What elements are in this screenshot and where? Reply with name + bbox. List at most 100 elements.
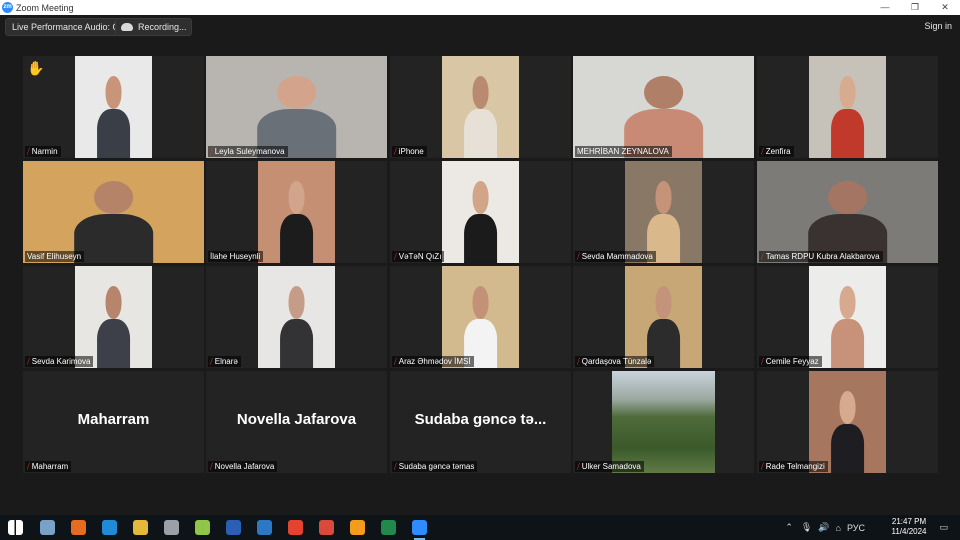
participant-name-bar: ⧸ VəTəN QıZı xyxy=(392,251,445,262)
app-icon-4[interactable] xyxy=(257,520,272,535)
participant-tile[interactable]: ⧸ Tamas RDPU Kubra Alakbarova xyxy=(757,161,938,263)
muted-mic-icon: ⧸ xyxy=(577,252,580,261)
participant-name: Sevda Karimova xyxy=(31,357,91,366)
app-icon-3[interactable] xyxy=(195,520,210,535)
participant-tile[interactable]: ⧸ Cemile Feyyaz xyxy=(757,266,938,368)
participant-name: Rade Telmangizi xyxy=(765,462,825,471)
participant-name-bar: ⧸ Rade Telmangizi xyxy=(759,461,828,472)
maximize-button[interactable]: ❐ xyxy=(900,0,930,15)
notification-icon[interactable]: ▭ xyxy=(939,515,948,540)
participant-tile[interactable]: Sudaba gəncə tə... ⧸ Sudaba gəncə təmas xyxy=(390,371,571,473)
participant-tile[interactable]: Vasif Elihuseyn xyxy=(23,161,204,263)
participant-video xyxy=(75,266,152,368)
participant-video xyxy=(757,161,938,263)
muted-mic-icon: ⧸ xyxy=(761,147,764,156)
app-icon-2[interactable] xyxy=(164,520,179,535)
meeting-toolbar: Live Performance Audio: Off Recording...… xyxy=(0,15,960,40)
participant-name-bar: ⧸ Sevda Mammadova xyxy=(575,251,656,262)
raised-hand-icon: ✋ xyxy=(27,60,45,76)
participant-name: Elnarə xyxy=(214,357,238,366)
windows-start-icon[interactable] xyxy=(8,520,23,535)
participant-video xyxy=(573,56,754,158)
minimize-button[interactable]: — xyxy=(870,0,900,15)
participant-tile[interactable]: Novella Jafarova ⧸ Novella Jafarova xyxy=(206,371,387,473)
zoom-app-icon: zm xyxy=(2,2,13,13)
close-button[interactable]: ✕ xyxy=(930,0,960,15)
word-icon[interactable] xyxy=(226,520,241,535)
chevron-up-icon[interactable]: ⌃ xyxy=(785,522,793,533)
participant-tile[interactable]: ⧸ Sevda Mammadova xyxy=(573,161,754,263)
participant-name-bar: ⧸ Cemile Feyyaz xyxy=(759,356,822,367)
participant-name-bar: ⧸ Narmin xyxy=(25,146,61,157)
file-explorer-icon[interactable] xyxy=(133,520,148,535)
speaker-icon[interactable]: 🔊 xyxy=(818,522,829,533)
network-icon[interactable]: ⌂ xyxy=(836,523,841,533)
participant-video xyxy=(612,371,715,473)
windows-taskbar: ⌃ 🎙 🔊 ⌂ РУС 21:47 PM 11/4/2024 ▭ xyxy=(0,515,960,540)
muted-mic-icon: ⧸ xyxy=(27,147,30,156)
muted-mic-icon: ⧸ xyxy=(210,462,213,471)
muted-mic-icon: ⧸ xyxy=(394,462,397,471)
participant-tile[interactable]: ⧸ Elnarə xyxy=(206,266,387,368)
clock-time: 21:47 PM xyxy=(891,517,927,526)
participant-tile[interactable]: ✋ ⧸ Narmin xyxy=(23,56,204,158)
participant-name: Sudaba gəncə təmas xyxy=(398,462,475,471)
participant-tile[interactable]: ⧸ iPhone xyxy=(390,56,571,158)
participant-display-name: Sudaba gəncə tə... xyxy=(414,411,547,428)
window-controls: — ❐ ✕ xyxy=(870,0,960,15)
participant-tile[interactable]: Maharram ⧸ Maharram xyxy=(23,371,204,473)
participant-tile[interactable]: İlahe Huseynli xyxy=(206,161,387,263)
muted-mic-icon: ⧸ xyxy=(761,252,764,261)
recording-button[interactable]: Recording... xyxy=(115,18,192,36)
gallery-view: ✋ ⧸ Narmin ⧸ Leyla Suleymanova ⧸ iPhone MEHRİBA… xyxy=(0,40,960,515)
participant-name: Leyla Suleymanova xyxy=(214,147,285,156)
sign-in-link[interactable]: Sign in xyxy=(924,21,952,31)
excel-icon[interactable] xyxy=(381,520,396,535)
edge-icon[interactable] xyxy=(102,520,117,535)
participant-tile[interactable]: ⧸ Qardaşova Tünzalə xyxy=(573,266,754,368)
live-performance-audio-button[interactable]: Live Performance Audio: Off xyxy=(5,18,132,36)
participant-tile[interactable]: ⧸ Leyla Suleymanova xyxy=(206,56,387,158)
participant-tile[interactable]: ⧸ Ulker Samadova xyxy=(573,371,754,473)
participant-video xyxy=(442,56,519,158)
participant-tile[interactable]: ⧸ Zenfira xyxy=(757,56,938,158)
app-icon-1[interactable] xyxy=(40,520,55,535)
chrome-icon[interactable] xyxy=(288,520,303,535)
title-bar: zm Zoom Meeting — ❐ ✕ xyxy=(0,0,960,15)
microphone-icon[interactable]: 🎙 xyxy=(801,522,812,533)
participant-name-bar: ⧸ iPhone xyxy=(392,146,427,157)
muted-mic-icon: ⧸ xyxy=(27,357,30,366)
participant-display-name: Maharram xyxy=(77,411,150,428)
clock-date: 11/4/2024 xyxy=(891,527,927,536)
firefox-icon[interactable] xyxy=(71,520,86,535)
participant-video xyxy=(206,56,387,158)
participant-video xyxy=(442,161,519,263)
muted-mic-icon: ⧸ xyxy=(394,252,397,261)
anydesk-icon[interactable] xyxy=(319,520,334,535)
participant-name: Ulker Samadova xyxy=(581,462,641,471)
participant-name-bar: ⧸ Sevda Karimova xyxy=(25,356,94,367)
recording-label: Recording... xyxy=(138,22,187,32)
participant-tile[interactable]: ⧸ Rade Telmangizi xyxy=(757,371,938,473)
participant-tile[interactable]: ⧸ Araz Əhmədov İMSİ xyxy=(390,266,571,368)
app-icon-5[interactable] xyxy=(350,520,365,535)
participant-tile[interactable]: MEHRİBAN ZEYNALOVA xyxy=(573,56,754,158)
participant-tile[interactable]: ⧸ VəTəN QıZı xyxy=(390,161,571,263)
participant-name-bar: ⧸ Qardaşova Tünzalə xyxy=(575,356,655,367)
cloud-recording-icon xyxy=(121,23,133,31)
language-indicator[interactable]: РУС xyxy=(847,523,865,533)
participant-video xyxy=(809,56,886,158)
participant-name: Narmin xyxy=(31,147,58,156)
muted-mic-icon: ⧸ xyxy=(210,357,213,366)
muted-mic-icon: ⧸ xyxy=(27,462,30,471)
zoom-icon[interactable] xyxy=(412,520,427,540)
participant-name-bar: Vasif Elihuseyn xyxy=(25,251,85,262)
participant-tile[interactable]: ⧸ Sevda Karimova xyxy=(23,266,204,368)
participant-name-bar: ⧸ Araz Əhmədov İMSİ xyxy=(392,356,474,367)
muted-mic-icon: ⧸ xyxy=(210,147,213,156)
participant-name-bar: ⧸ Elnarə xyxy=(208,356,241,367)
participant-video xyxy=(809,266,886,368)
system-clock[interactable]: 21:47 PM 11/4/2024 xyxy=(886,517,932,537)
participant-name-bar: İlahe Huseynli xyxy=(208,251,264,262)
muted-mic-icon: ⧸ xyxy=(577,462,580,471)
